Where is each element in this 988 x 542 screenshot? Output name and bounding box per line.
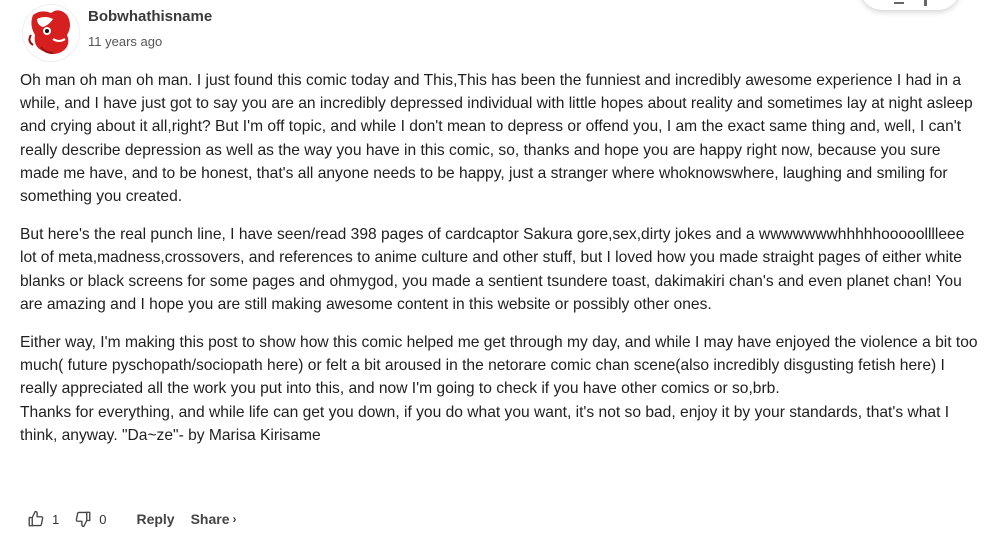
resize-icon [924,0,927,6]
comment-paragraph: Oh man oh man oh man. I just found this … [20,72,973,206]
comment-body: Oh man oh man oh man. I just found this … [20,69,980,447]
comment-paragraph: Either way, I'm making this post to show… [20,334,978,398]
comment-author[interactable]: Bobwhathisname [88,8,212,25]
comment-actions: 1 0 Reply Share › [26,507,237,531]
chevron-right-icon: › [232,512,237,526]
corner-overlay-button[interactable] [860,0,960,10]
minimize-icon [894,2,904,4]
like-count: 1 [52,511,60,527]
dislike-count: 0 [99,511,107,527]
avatar[interactable] [22,4,80,62]
comment-paragraph: But here's the real punch line, I have s… [20,226,965,313]
reply-button[interactable]: Reply [136,511,174,527]
thumbs-up-icon[interactable] [26,509,46,529]
thumbs-down-icon[interactable] [73,509,93,529]
comment-paragraph: Thanks for everything, and while life ca… [20,403,950,444]
share-button[interactable]: Share › [191,511,237,527]
share-label: Share [190,511,230,527]
comment-timestamp[interactable]: 11 years ago [88,34,162,49]
avatar-image [23,5,79,61]
